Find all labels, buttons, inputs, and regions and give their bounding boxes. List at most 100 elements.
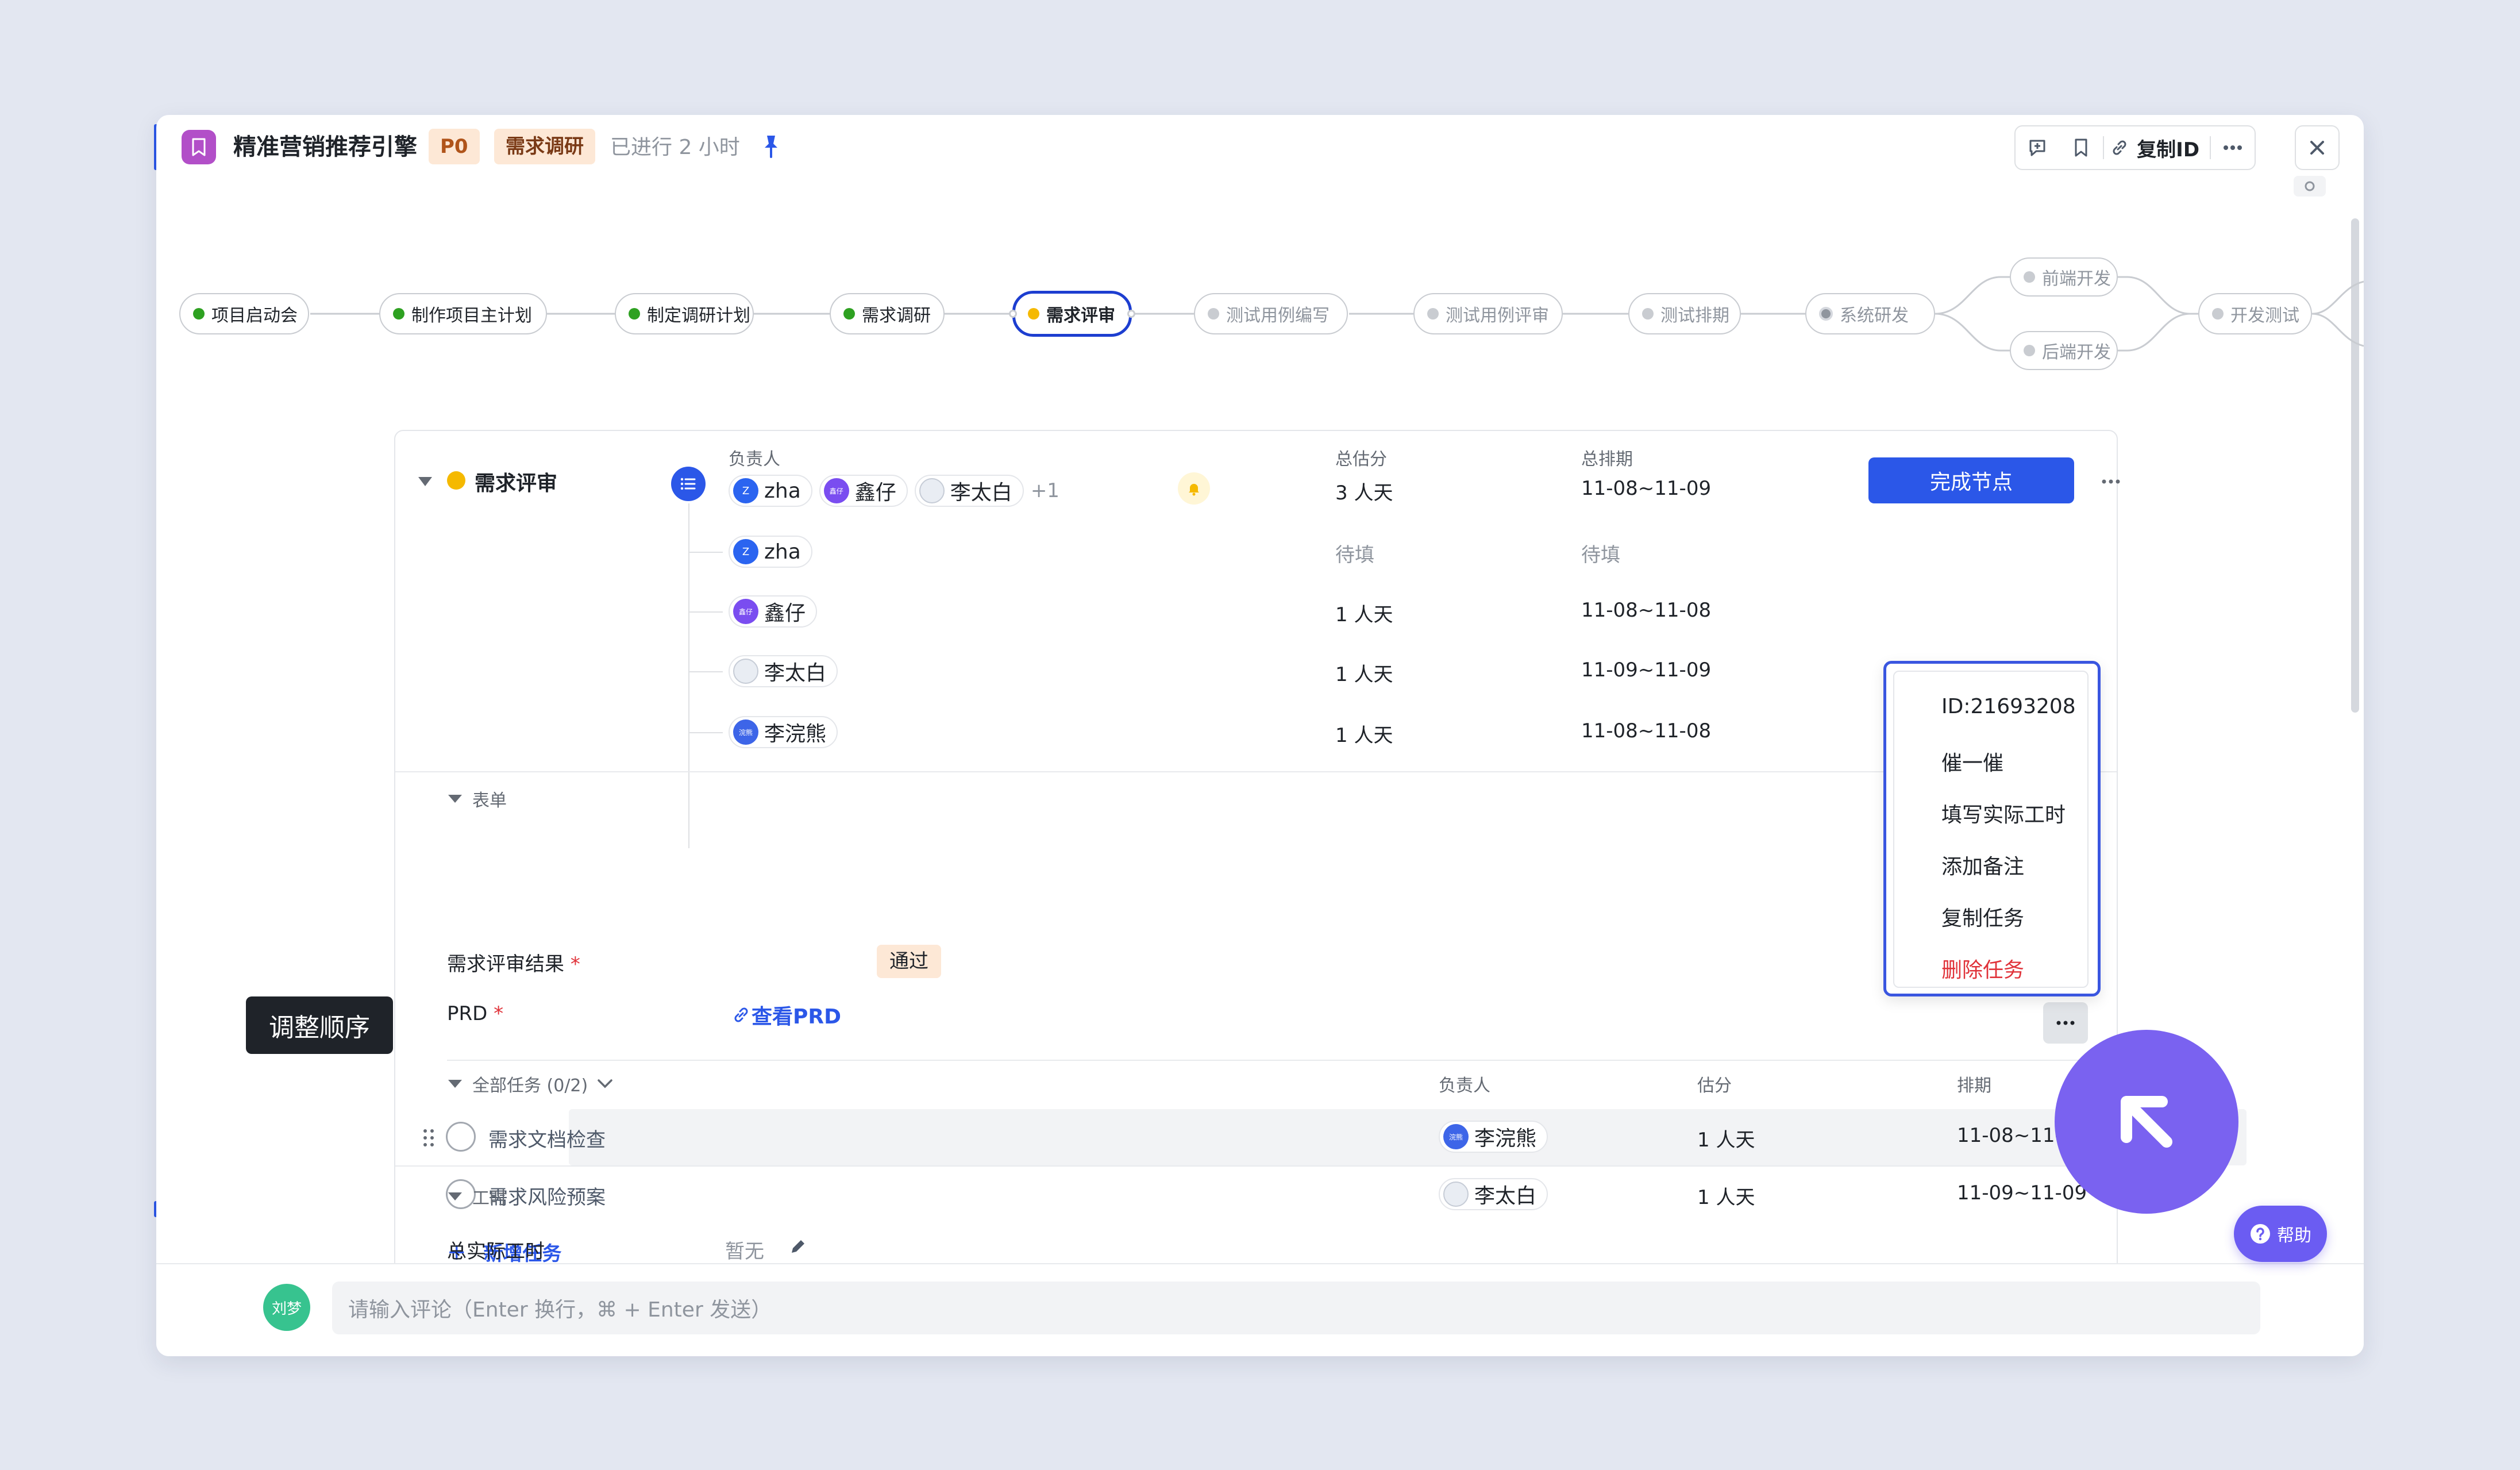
status-dot [1028,308,1039,320]
task-more-button[interactable] [2043,1002,2088,1044]
worktime-section-header[interactable]: 工时 [448,1184,507,1209]
tree-connector [688,503,689,848]
row-estimate[interactable]: 1 人天 [1335,599,1393,627]
status-dot [2024,271,2035,283]
owner-chip[interactable]: 鑫仔 鑫仔 [819,475,908,507]
assignee-name: 李浣熊 [764,722,827,746]
task-estimate[interactable]: 1 人天 [1697,1124,1755,1152]
task-owner-chip[interactable]: 李太白 [1439,1178,1548,1210]
row-estimate[interactable]: 待填 [1335,539,1374,567]
divider [395,771,2117,772]
menu-item-add-note[interactable]: 添加备注 [1941,850,2024,880]
task-estimate[interactable]: 1 人天 [1697,1182,1755,1210]
owner-chip[interactable]: Zzha [729,475,812,507]
menu-item-id[interactable]: ID:21693208 [1941,695,2076,718]
assignee-chip[interactable]: 鑫仔 鑫仔 [729,595,818,628]
complete-node-button[interactable]: 完成节点 [1868,457,2074,503]
bell-icon[interactable] [1178,472,1210,505]
task-schedule[interactable]: 11-09~11-09 [1957,1182,2087,1205]
pipeline-node-label: 系统研发 [1840,306,1909,326]
section-title: 全部任务 (0/2) [472,1076,588,1096]
menu-item-copy-task[interactable]: 复制任务 [1941,902,2024,932]
menu-item-delete-task[interactable]: 删除任务 [1941,953,2024,983]
task-name[interactable]: 需求文档检查 [488,1124,606,1152]
status-dot [447,471,465,490]
status-dot [1208,308,1219,320]
checklist-icon[interactable] [671,467,706,501]
pipeline-node-requirement-research[interactable]: 需求调研 [830,293,945,334]
tree-connector [688,611,723,613]
pipeline-node-label: 需求调研 [862,306,931,326]
pipeline-node-frontend-dev[interactable]: 前端开发 [2010,257,2118,297]
row-schedule[interactable]: 11-09~11-09 [1581,659,1711,682]
field-label: PRD * [447,1002,504,1025]
task-estimate-column-label: 估分 [1697,1076,1732,1096]
owner-name: zha [764,479,801,503]
pipeline-node-label: 开发测试 [2230,306,2299,326]
edit-icon[interactable] [787,1236,809,1257]
collapse-chevron-icon[interactable] [417,476,433,487]
row-schedule[interactable]: 11-08~11-08 [1581,599,1711,622]
tree-connector [688,732,723,733]
more-icon[interactable] [2094,470,2128,493]
assignee-name: 李太白 [764,661,827,685]
avatar: 鑫仔 [823,478,849,503]
task-schedule-column-label: 排期 [1957,1076,1991,1096]
cursor-indicator [2055,1030,2238,1214]
avatar: Z [733,478,758,503]
pipeline-node-kickoff[interactable]: 项目启动会 [179,293,309,334]
row-estimate[interactable]: 1 人天 [1335,659,1393,687]
prd-link[interactable]: 查看PRD [731,1000,841,1030]
assignee-name: 鑫仔 [764,602,806,625]
pipeline-node-test-case-review[interactable]: 测试用例评审 [1413,293,1563,334]
comment-input[interactable]: 请输入评论（Enter 换行，⌘ + Enter 发送） [332,1282,2260,1334]
pipeline-node-test-case-writing[interactable]: 测试用例编写 [1194,293,1348,334]
owner-chip[interactable]: 李太白 [914,475,1024,507]
pipeline-node-research-plan[interactable]: 制定调研计划 [615,293,754,334]
task-checkbox[interactable] [446,1122,476,1152]
pipeline-node-label: 测试用例编写 [1226,306,1330,326]
help-button[interactable]: 帮助 [2234,1206,2327,1262]
status-dot [629,308,640,320]
chevron-down-icon [598,1079,612,1088]
status-dot [193,308,205,320]
assignee-chip[interactable]: 浣熊 李浣熊 [729,716,838,748]
status-dot [1819,307,1833,321]
pipeline-node-label: 测试排期 [1660,306,1729,326]
task-owner-name: 李浣熊 [1474,1127,1537,1150]
link-icon [734,1007,748,1022]
row-schedule[interactable]: 待填 [1581,539,1620,567]
tree-connector [688,552,723,553]
menu-item-fill-worktime[interactable]: 填写实际工时 [1941,798,2066,828]
pipeline-node-label: 项目启动会 [211,306,298,326]
status-dot [1642,308,1654,320]
assignee-chip[interactable]: Zzha [729,536,812,568]
task-owner-column-label: 负责人 [1439,1076,1490,1096]
pipeline-node-requirement-review[interactable]: 需求评审 [1012,291,1132,337]
task-owner-name: 李太白 [1474,1184,1537,1208]
pipeline-node-master-plan[interactable]: 制作项目主计划 [379,293,547,334]
avatar: 浣熊 [733,719,758,745]
drag-handle-icon[interactable] [422,1127,436,1148]
pipeline-node-system-dev[interactable]: 系统研发 [1805,293,1935,334]
worktime-value: 暂无 [725,1240,764,1263]
pipeline-node-dev-test[interactable]: 开发测试 [2198,293,2312,334]
menu-item-remind[interactable]: 催一催 [1941,746,2003,776]
avatar [919,478,945,503]
avatar [1443,1182,1469,1207]
more-owners-count[interactable]: +1 [1031,479,1059,502]
pipeline-node-label: 制定调研计划 [647,306,750,326]
divider [395,1165,2110,1167]
task-owner-chip[interactable]: 浣熊 李浣熊 [1439,1121,1548,1153]
pipeline-node-test-scheduling[interactable]: 测试排期 [1628,293,1741,334]
more-icon [2056,1021,2075,1025]
schedule-total: 11-08~11-09 [1581,477,1712,500]
owner-list: Zzha 鑫仔 鑫仔 李太白 +1 [729,475,1059,507]
form-section-header[interactable]: 表单 [448,786,507,811]
tasks-section-header[interactable]: 全部任务 (0/2) [448,1071,614,1096]
assignee-chip[interactable]: 李太白 [729,655,838,687]
pipeline-node-backend-dev[interactable]: 后端开发 [2010,331,2118,370]
row-schedule[interactable]: 11-08~11-08 [1581,719,1711,742]
review-result-value[interactable]: 通过 [877,945,941,978]
row-estimate[interactable]: 1 人天 [1335,719,1393,748]
